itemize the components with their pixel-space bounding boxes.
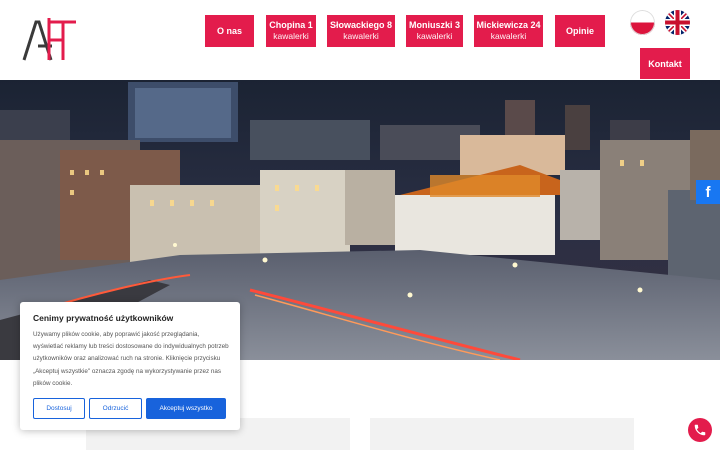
poland-flag-icon[interactable] <box>630 10 655 35</box>
reject-button[interactable]: Odrzucić <box>89 398 142 419</box>
nav-mickiewicza-24[interactable]: Mickiewicza 24 kawalerki <box>474 15 543 47</box>
nav-label: Chopina 1 <box>269 20 313 30</box>
nav-sublabel: kawalerki <box>490 31 527 41</box>
nav-label: O nas <box>216 25 242 36</box>
nav-slowackiego-8[interactable]: Słowackiego 8 kawalerki <box>327 15 395 47</box>
nav-sublabel: kawalerki <box>343 31 379 41</box>
site-header: O nas Chopina 1 kawalerki Słowackiego 8 … <box>0 0 720 80</box>
accept-all-button[interactable]: Akceptuj wszystko <box>146 398 226 419</box>
content-card <box>370 418 634 450</box>
nav-chopina-1[interactable]: Chopina 1 kawalerki <box>266 15 316 47</box>
phone-icon[interactable] <box>688 418 712 442</box>
nav-moniuszki-3[interactable]: Moniuszki 3 kawalerki <box>406 15 463 47</box>
nav-opinie[interactable]: Opinie <box>555 15 605 47</box>
facebook-icon[interactable]: f <box>696 180 720 204</box>
customize-button[interactable]: Dostosuj <box>33 398 85 419</box>
uk-flag-icon[interactable] <box>665 10 690 35</box>
nav-label: Opinie <box>565 25 594 36</box>
nav-label: Słowackiego 8 <box>329 20 393 30</box>
nav-sublabel: kawalerki <box>416 31 453 41</box>
cookie-title: Cenimy prywatność użytkowników <box>33 313 174 323</box>
cookie-text: Używamy plików cookie, aby poprawić jako… <box>33 331 229 387</box>
aht-logo[interactable] <box>22 16 78 62</box>
nav-o-nas[interactable]: O nas <box>205 15 254 47</box>
kontakt-button[interactable]: Kontakt <box>640 48 690 79</box>
nav-sublabel: kawalerki <box>273 31 309 41</box>
cookie-consent-dialog: Cenimy prywatność użytkowników Używamy p… <box>20 302 240 430</box>
nav-label: Mickiewicza 24 <box>476 20 541 30</box>
nav-label: Moniuszki 3 <box>408 20 460 30</box>
